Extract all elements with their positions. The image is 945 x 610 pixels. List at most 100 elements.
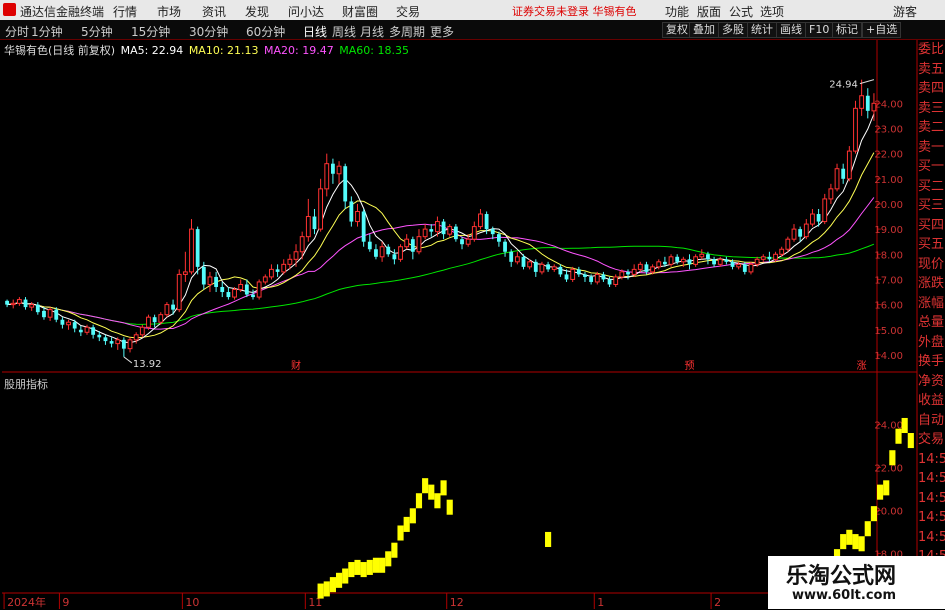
candle (680, 256, 686, 267)
menu-options[interactable]: 选项 (760, 3, 784, 20)
indicator-bar (895, 428, 902, 444)
period-tab-multi[interactable]: 多周期 (389, 23, 425, 40)
candle-body (803, 223, 809, 238)
period-tab-60min[interactable]: 60分钟 (246, 23, 285, 40)
mark-button[interactable]: 标记 (832, 22, 862, 38)
candle (859, 79, 865, 116)
candle (293, 244, 299, 267)
candle (42, 307, 46, 320)
candle (594, 271, 600, 285)
period-tab-15min[interactable]: 15分钟 (131, 23, 170, 40)
f10-button[interactable]: F10 (805, 22, 834, 38)
indicator-bar (440, 480, 447, 496)
candle-body (293, 251, 299, 260)
candle-body (644, 264, 649, 272)
candle-body (256, 281, 262, 298)
candle-body (201, 266, 206, 285)
candle (336, 161, 342, 184)
ma5-label: MA5: 22.94 (120, 44, 184, 57)
quote-row: 14:56 (918, 451, 945, 467)
quote-row: 净资 (918, 373, 945, 389)
candle (54, 307, 59, 323)
candle (816, 208, 821, 227)
candle-body (712, 259, 716, 265)
quote-row: 卖一 (918, 139, 945, 155)
candle (767, 251, 772, 262)
candle (699, 249, 705, 260)
menu-wealth[interactable]: 财富圈 (342, 3, 378, 20)
overlay-button[interactable]: 叠加 (689, 22, 719, 38)
add-watchlist-button[interactable]: +自选 (862, 22, 902, 38)
indicator-bar (329, 577, 336, 593)
period-tab-intraday[interactable]: 分时 (5, 23, 29, 40)
candle (724, 256, 729, 265)
period-tab-weekly[interactable]: 周线 (332, 23, 356, 40)
candle-body (853, 107, 858, 152)
menu-markets[interactable]: 市场 (157, 3, 181, 20)
candle-body (207, 276, 213, 285)
indicator-bar (852, 534, 859, 550)
candle (484, 211, 489, 235)
candle-body (570, 268, 576, 280)
candle-body (220, 286, 225, 293)
candle (121, 337, 126, 357)
menu-discover[interactable]: 发现 (245, 3, 269, 20)
period-tab-more[interactable]: 更多 (430, 23, 454, 40)
candle-body (392, 254, 397, 260)
period-tab-5min[interactable]: 5分钟 (81, 23, 113, 40)
candle-body (361, 211, 366, 242)
period-tab-30min[interactable]: 30分钟 (189, 23, 228, 40)
indicator-bar (379, 557, 386, 573)
candles (5, 79, 877, 357)
candle-body (115, 339, 121, 345)
menu-layout[interactable]: 版面 (697, 3, 721, 20)
period-tab-monthly[interactable]: 月线 (360, 23, 384, 40)
quote-row: 14:56 (918, 529, 945, 545)
menu-formula[interactable]: 公式 (729, 3, 753, 20)
candle-body (171, 304, 175, 310)
draw-button[interactable]: 画线 (776, 22, 806, 38)
guest-label[interactable]: 游客 (893, 3, 917, 20)
menu-news[interactable]: 资讯 (202, 3, 226, 20)
period-tab-daily[interactable]: 日线 (303, 23, 327, 40)
ma10-line (7, 152, 875, 339)
candle-body (367, 241, 372, 250)
candle (29, 302, 35, 311)
indicator-bar (840, 534, 847, 550)
candle-body (238, 283, 244, 291)
candle (748, 261, 754, 275)
indicator-bar (846, 529, 853, 545)
candle (189, 219, 194, 275)
candle-body (97, 334, 102, 338)
candle (822, 193, 828, 225)
menu-trade[interactable]: 交易 (396, 3, 420, 20)
chart-frame: 24.00 23.00 22.00 21.00 20.00 19.00 18.00 17.00… (2, 40, 918, 609)
period-tab-1min[interactable]: 1分钟 (31, 23, 63, 40)
candle-body (816, 214, 821, 222)
candle-body (349, 201, 354, 222)
indicator-bar (883, 480, 890, 496)
candle-body (232, 289, 237, 298)
login-notice[interactable]: 证券交易未登录 华锡有色 (512, 3, 637, 19)
menu-market[interactable]: 行情 (113, 3, 137, 20)
candle (127, 337, 133, 353)
stats-button[interactable]: 统计 (747, 22, 777, 38)
adjust-button[interactable]: 复权 (662, 22, 692, 38)
candle-body (355, 211, 360, 223)
multi-stock-button[interactable]: 多股 (718, 22, 748, 38)
candle (404, 234, 410, 250)
candle (10, 299, 16, 309)
indicator-bar (335, 572, 343, 588)
candle-body (47, 309, 53, 318)
y-tick-label: 24.00 (874, 99, 903, 110)
candle (453, 224, 458, 242)
candle-body (613, 276, 619, 285)
candle (490, 226, 495, 240)
candle (803, 219, 809, 240)
candle-body (287, 258, 293, 265)
menu-function[interactable]: 功能 (665, 3, 689, 20)
menu-ask[interactable]: 问小达 (288, 3, 324, 20)
candle-body (410, 239, 415, 252)
quote-row: 卖五 (918, 61, 945, 77)
indicator-bar (415, 493, 423, 509)
